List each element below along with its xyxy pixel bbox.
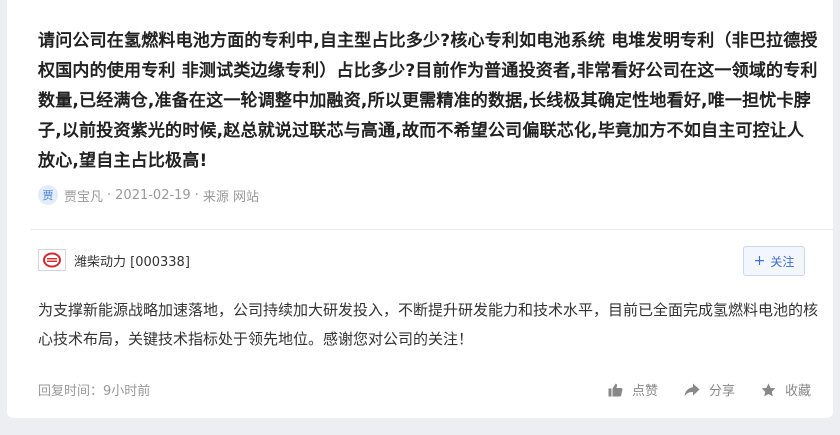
- author-name[interactable]: 贾宝凡: [64, 186, 103, 205]
- favorite-button[interactable]: 收藏: [761, 380, 811, 399]
- plus-icon: +: [753, 253, 766, 269]
- question-date: 2021-02-19: [115, 187, 191, 203]
- like-label: 点赞: [631, 384, 658, 399]
- meta-separator: ·: [107, 187, 112, 203]
- star-icon: [761, 383, 776, 396]
- meta-separator: ·: [194, 187, 199, 203]
- qa-card: 请问公司在氢燃料电池方面的专利中,自主型占比多少?核心专利如电池系统 电堆发明专…: [7, 0, 833, 418]
- favorite-label: 收藏: [784, 384, 811, 399]
- company-info[interactable]: 潍柴动力 [000338]: [38, 249, 190, 271]
- like-button[interactable]: 点赞: [608, 380, 658, 399]
- action-bar: 点赞 分享 收藏: [582, 380, 811, 399]
- answer-text: 为支撑新能源战略加速落地，公司持续加大研发投入，不断提升研发能力和技术水平，目前…: [38, 301, 819, 348]
- share-icon: [684, 383, 700, 396]
- company-name[interactable]: 潍柴动力 [000338]: [74, 251, 190, 270]
- share-label: 分享: [708, 384, 735, 399]
- share-button[interactable]: 分享: [684, 380, 735, 399]
- follow-button[interactable]: + 关注: [743, 246, 805, 276]
- question-source: 来源 网站: [202, 189, 259, 205]
- reply-time: 回复时间：9小时前: [38, 384, 151, 399]
- question-text: 请问公司在氢燃料电池方面的专利中,自主型占比多少?核心专利如电池系统 电堆发明专…: [38, 31, 818, 171]
- answer-footer: 回复时间：9小时前 点赞 分享 收藏: [38, 380, 811, 399]
- question-meta: 贾 贾宝凡 · 2021-02-19 · 来源 网站: [38, 184, 259, 206]
- weichai-logo-icon: [38, 249, 66, 271]
- divider: [31, 229, 833, 230]
- follow-label: 关注: [770, 254, 795, 269]
- thumbs-up-icon: [608, 383, 623, 396]
- avatar[interactable]: 贾: [38, 185, 58, 205]
